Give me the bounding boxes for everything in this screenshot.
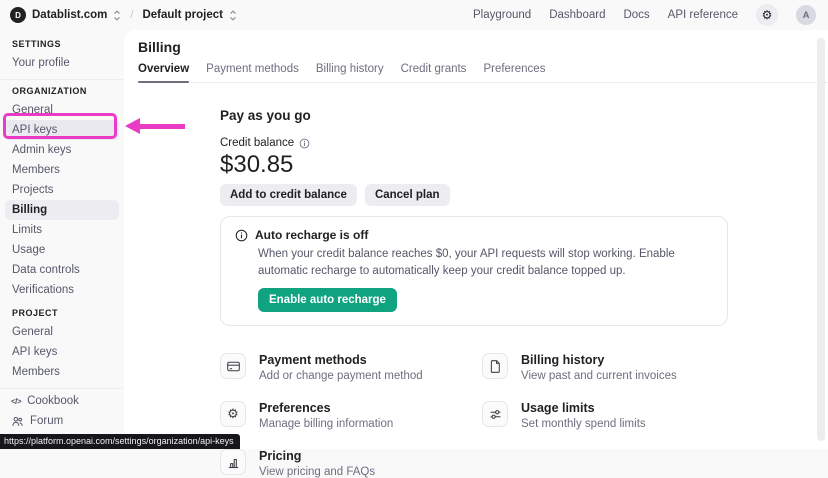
card-subtitle: Add or change payment method: [259, 370, 423, 382]
account-switcher: D Datablist.com / Default project: [10, 7, 237, 23]
settings-gear-icon[interactable]: ⚙: [756, 4, 778, 26]
document-icon: [482, 353, 508, 379]
sliders-icon: [482, 401, 508, 427]
project-name[interactable]: Default project: [142, 9, 223, 21]
sidebar-section-organization: ORGANIZATION: [0, 82, 124, 100]
sidebar-item-project-members[interactable]: Members: [0, 362, 124, 382]
card-subtitle: Manage billing information: [259, 418, 393, 430]
bar-chart-icon: [220, 449, 246, 475]
sidebar-item-projects[interactable]: Projects: [0, 180, 124, 200]
sidebar-item-project-general[interactable]: General: [0, 322, 124, 342]
org-logo: D: [10, 7, 26, 23]
top-nav: Playground Dashboard Docs API reference …: [473, 4, 816, 26]
card-subtitle: Set monthly spend limits: [521, 418, 646, 430]
billing-shortcut-cards: Payment methods Add or change payment me…: [220, 353, 780, 478]
credit-balance-value: $30.85: [220, 152, 828, 178]
sidebar-item-admin-keys[interactable]: Admin keys: [0, 140, 124, 160]
sidebar-item-billing[interactable]: Billing: [5, 200, 119, 220]
code-icon: </>: [11, 397, 21, 406]
sidebar-item-org-general[interactable]: General: [0, 100, 124, 120]
card-preferences[interactable]: ⚙ Preferences Manage billing information: [220, 401, 482, 430]
sidebar-item-your-profile[interactable]: Your profile: [0, 53, 124, 73]
sidebar-item-org-api-keys[interactable]: API keys: [5, 120, 119, 140]
card-title: Pricing: [259, 449, 375, 463]
sidebar-item-verifications[interactable]: Verifications: [0, 280, 124, 300]
card-usage-limits[interactable]: Usage limits Set monthly spend limits: [482, 401, 780, 430]
card-title: Billing history: [521, 353, 677, 367]
auto-recharge-heading: Auto recharge is off: [255, 228, 368, 242]
card-title: Preferences: [259, 401, 393, 415]
add-to-credit-balance-button[interactable]: Add to credit balance: [220, 184, 357, 206]
sidebar-item-limits[interactable]: Limits: [0, 220, 124, 240]
card-payment-methods[interactable]: Payment methods Add or change payment me…: [220, 353, 482, 382]
tab-billing-history[interactable]: Billing history: [316, 63, 384, 82]
project-switch-chevrons-icon[interactable]: [229, 10, 237, 21]
nav-docs[interactable]: Docs: [623, 9, 649, 21]
sidebar-item-data-controls[interactable]: Data controls: [0, 260, 124, 280]
auto-recharge-description: When your credit balance reaches $0, you…: [258, 246, 713, 279]
nav-playground[interactable]: Playground: [473, 9, 531, 21]
card-subtitle: View past and current invoices: [521, 370, 677, 382]
sidebar-section-project: PROJECT: [0, 304, 124, 322]
auto-recharge-card: Auto recharge is off When your credit ba…: [220, 216, 728, 326]
info-icon: [235, 229, 248, 242]
sidebar-item-project-api-keys[interactable]: API keys: [0, 342, 124, 362]
gear-icon: ⚙: [220, 401, 246, 427]
sidebar-item-forum[interactable]: Forum: [0, 411, 124, 431]
sidebar-divider: [0, 388, 124, 389]
sidebar-item-usage[interactable]: Usage: [0, 240, 124, 260]
tab-credit-grants[interactable]: Credit grants: [401, 63, 467, 82]
forum-label: Forum: [30, 415, 63, 427]
plan-heading: Pay as you go: [220, 108, 828, 123]
card-title: Payment methods: [259, 353, 423, 367]
tab-payment-methods[interactable]: Payment methods: [206, 63, 299, 82]
scrollbar[interactable]: [817, 38, 825, 441]
sidebar-section-settings: SETTINGS: [0, 35, 124, 53]
credit-balance-label: Credit balance: [220, 137, 294, 149]
card-billing-history[interactable]: Billing history View past and current in…: [482, 353, 780, 382]
cookbook-label: Cookbook: [27, 395, 79, 407]
tab-preferences[interactable]: Preferences: [483, 63, 545, 82]
card-subtitle: View pricing and FAQs: [259, 466, 375, 478]
card-pricing[interactable]: Pricing View pricing and FAQs: [220, 449, 482, 478]
org-switch-chevrons-icon[interactable]: [113, 10, 121, 21]
top-header: D Datablist.com / Default project Playgr…: [0, 0, 828, 30]
nav-api-reference[interactable]: API reference: [668, 9, 738, 21]
settings-sidebar: SETTINGS Your profile ORGANIZATION Gener…: [0, 30, 124, 449]
sidebar-item-cookbook[interactable]: </> Cookbook: [0, 391, 124, 411]
billing-tabs: Overview Payment methods Billing history…: [138, 63, 828, 83]
link-preview-status-bar: https://platform.openai.com/settings/org…: [0, 434, 240, 449]
sidebar-item-org-members[interactable]: Members: [0, 160, 124, 180]
enable-auto-recharge-button[interactable]: Enable auto recharge: [258, 288, 397, 312]
user-avatar[interactable]: A: [796, 5, 816, 25]
tab-overview[interactable]: Overview: [138, 63, 189, 82]
billing-overview-content: Pay as you go Credit balance $30.85 Add …: [220, 108, 828, 478]
nav-dashboard[interactable]: Dashboard: [549, 9, 605, 21]
cancel-plan-button[interactable]: Cancel plan: [365, 184, 450, 206]
sidebar-divider: [0, 79, 124, 80]
org-name[interactable]: Datablist.com: [32, 9, 107, 21]
breadcrumb-separator: /: [130, 9, 133, 21]
page-title: Billing: [124, 30, 828, 55]
people-icon: [11, 415, 24, 428]
credit-card-icon: [220, 353, 246, 379]
info-icon[interactable]: [299, 138, 310, 149]
main-panel: Billing Overview Payment methods Billing…: [124, 30, 828, 449]
card-title: Usage limits: [521, 401, 646, 415]
